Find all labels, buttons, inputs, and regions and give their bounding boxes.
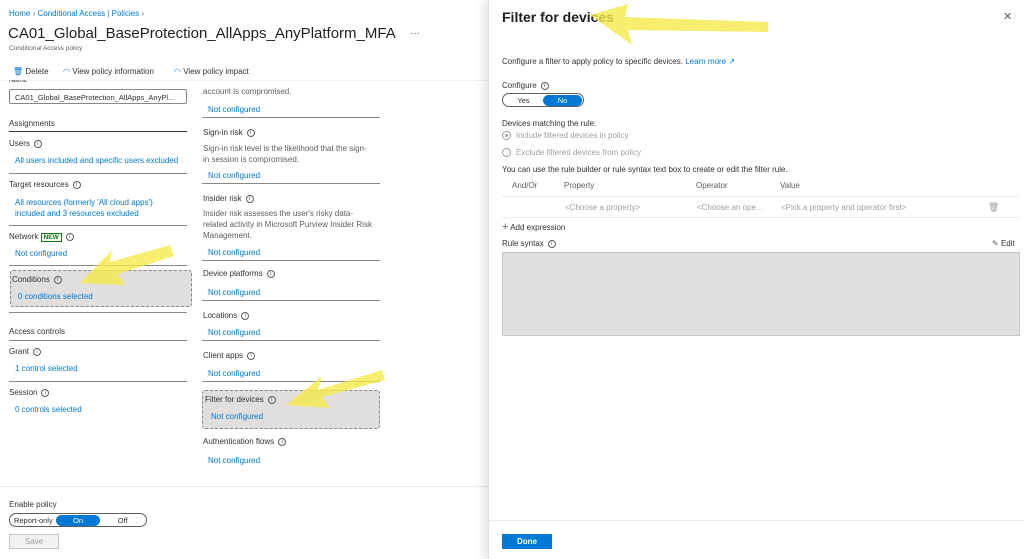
arrow-icon — [286, 370, 385, 408]
arrow-icon — [80, 245, 174, 285]
arrow-icon — [590, 4, 768, 45]
annotation-arrows — [80, 4, 768, 408]
